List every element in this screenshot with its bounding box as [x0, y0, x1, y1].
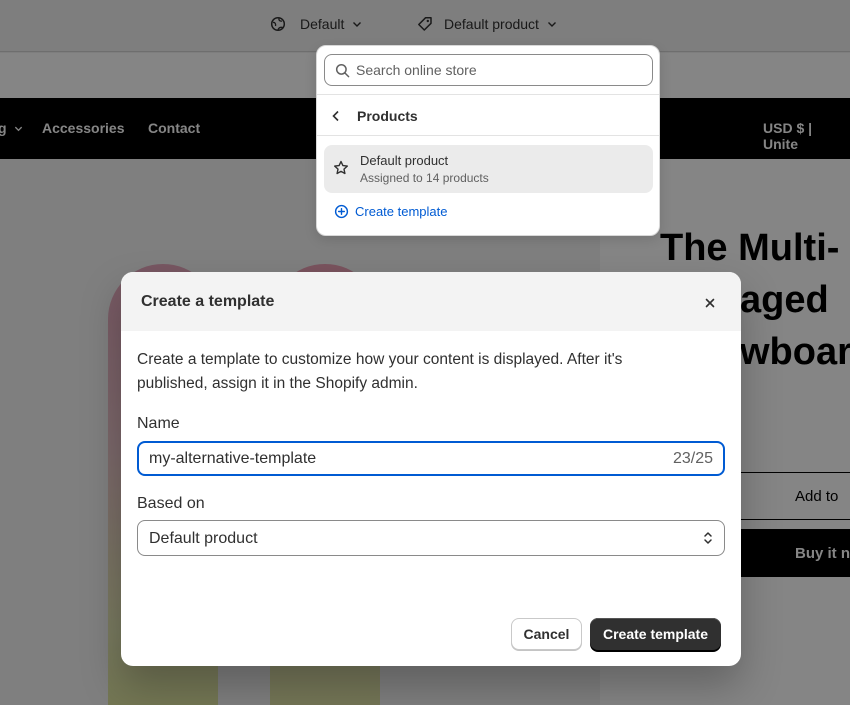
modal-header: Create a template: [121, 272, 741, 331]
modal-title: Create a template: [141, 293, 275, 310]
option-subtitle: Assigned to 14 products: [360, 171, 489, 185]
star-icon: [334, 160, 348, 175]
search-input[interactable]: Search online store: [324, 54, 653, 86]
cancel-button[interactable]: Cancel: [511, 618, 582, 650]
create-template-modal: Create a template Create a template to c…: [121, 272, 741, 666]
create-template-link[interactable]: Create template: [334, 204, 448, 219]
modal-description: Create a template to customize how your …: [137, 351, 623, 392]
divider: [317, 94, 659, 95]
template-dropdown: Search online store Products Default pro…: [316, 45, 660, 236]
back-to-products-button[interactable]: Products: [331, 104, 418, 128]
name-label: Name: [137, 415, 180, 432]
character-counter: 23/25: [672, 450, 713, 467]
template-name-value: my-alternative-template: [149, 450, 317, 467]
select-chevron-icon: [704, 532, 712, 544]
create-template-link-label: Create template: [355, 204, 448, 219]
chevron-left-icon: [332, 110, 339, 122]
based-on-value: Default product: [149, 530, 258, 547]
search-placeholder: Search online store: [356, 62, 477, 78]
option-name: Default product: [360, 153, 449, 168]
close-button[interactable]: [699, 292, 721, 314]
close-icon: [705, 298, 715, 308]
divider: [317, 135, 659, 136]
create-template-button[interactable]: Create template: [590, 618, 721, 650]
based-on-select[interactable]: Default product: [137, 520, 725, 556]
search-icon: [335, 63, 350, 77]
plus-circle-icon: [334, 204, 349, 219]
based-on-label: Based on: [137, 495, 205, 512]
template-name-field[interactable]: my-alternative-template 23/25: [137, 441, 725, 476]
template-option-default-product[interactable]: Default product Assigned to 14 products: [324, 145, 653, 193]
products-heading: Products: [357, 108, 418, 124]
